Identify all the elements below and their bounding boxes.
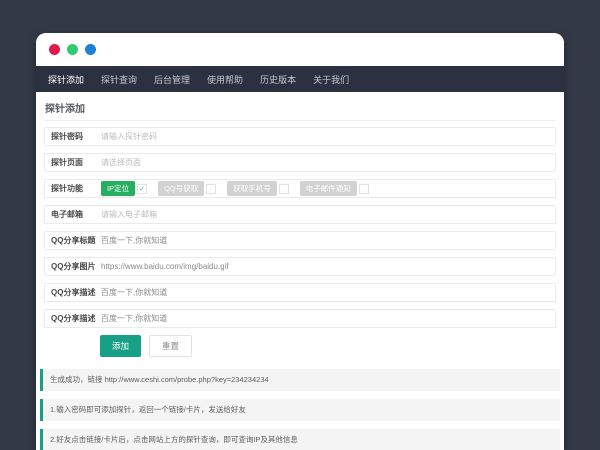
function-chip-group: IP定位 ✓ QQ号获取 获取手机号 电子邮件通知 [101, 181, 555, 196]
nav-item-help[interactable]: 使用帮助 [207, 73, 243, 86]
result-bar: 生成成功，链接 http://www.ceshi.com/probe.php?k… [40, 369, 560, 391]
qq-share-desc-label: QQ分享描述 [45, 287, 101, 298]
probe-password-label: 探针密码 [45, 131, 101, 142]
nav-item-history[interactable]: 历史版本 [260, 73, 296, 86]
form-row-qq-image: QQ分享图片 [44, 257, 556, 276]
nav-item-admin[interactable]: 后台管理 [154, 73, 190, 86]
qq-share-image-input[interactable] [101, 258, 555, 275]
close-window-icon[interactable] [49, 44, 60, 55]
probe-password-input[interactable] [101, 128, 555, 145]
form-row-functions: 探针功能 IP定位 ✓ QQ号获取 获取手机号 电子邮件通知 [44, 179, 556, 198]
email-input[interactable] [101, 206, 555, 223]
form-row-page: 探针页面 [44, 153, 556, 172]
browser-window: 探针添加 探针查询 后台管理 使用帮助 历史版本 关于我们 探针添加 探针密码 … [36, 33, 564, 450]
result-text: 生成成功，链接 [50, 375, 105, 384]
chip-ip-locate[interactable]: IP定位 [101, 181, 135, 196]
checkbox-email-notify[interactable] [359, 184, 369, 194]
probe-page-select[interactable] [101, 154, 555, 171]
reset-button[interactable]: 重置 [149, 335, 192, 357]
chip-qq-capture[interactable]: QQ号获取 [158, 181, 204, 196]
zoom-window-icon[interactable] [85, 44, 96, 55]
checkbox-ip-locate[interactable]: ✓ [137, 184, 147, 194]
generated-probe-link[interactable]: http://www.ceshi.com/probe.php?key=23423… [105, 375, 269, 384]
qq-share-image-label: QQ分享图片 [45, 261, 101, 272]
checkbox-phone-capture[interactable] [279, 184, 289, 194]
form-row-qq-desc-2: QQ分享描述 [44, 309, 556, 328]
tip-item-1: 1.输入密码即可添加探针，返回一个链接/卡片，发送给好友 [40, 399, 560, 421]
minimize-window-icon[interactable] [67, 44, 78, 55]
probe-functions-label: 探针功能 [45, 183, 101, 194]
page-content: 探针添加 探针密码 探针页面 探针功能 IP定位 ✓ QQ号获取 获取手机号 电… [36, 92, 564, 450]
qq-share-title-input[interactable] [101, 232, 555, 249]
qq-share-desc2-label: QQ分享描述 [45, 313, 101, 324]
form-row-email: 电子邮箱 [44, 205, 556, 224]
chip-email-notify[interactable]: 电子邮件通知 [300, 181, 357, 196]
notices: 生成成功，链接 http://www.ceshi.com/probe.php?k… [44, 369, 556, 450]
form-row-qq-desc-1: QQ分享描述 [44, 283, 556, 302]
email-label: 电子邮箱 [45, 209, 101, 220]
main-navbar: 探针添加 探针查询 后台管理 使用帮助 历史版本 关于我们 [36, 66, 564, 92]
form-buttons: 添加 重置 [100, 335, 556, 357]
nav-item-probe-add[interactable]: 探针添加 [48, 73, 84, 86]
tip-item-2: 2.好友点击链接/卡片后，点击网站上方的探针查询，即可查询IP及其他信息 [40, 429, 560, 450]
nav-item-probe-query[interactable]: 探针查询 [101, 73, 137, 86]
page-title: 探针添加 [44, 97, 556, 121]
chip-phone-capture[interactable]: 获取手机号 [227, 181, 277, 196]
qq-share-desc2-input[interactable] [101, 310, 555, 327]
qq-share-title-label: QQ分享标题 [45, 235, 101, 246]
qq-share-desc-input[interactable] [101, 284, 555, 301]
add-button[interactable]: 添加 [100, 335, 141, 357]
probe-page-label: 探针页面 [45, 157, 101, 168]
form-row-qq-title: QQ分享标题 [44, 231, 556, 250]
form-row-password: 探针密码 [44, 127, 556, 146]
window-titlebar [36, 33, 564, 66]
checkbox-qq-capture[interactable] [206, 184, 216, 194]
nav-item-about[interactable]: 关于我们 [313, 73, 349, 86]
